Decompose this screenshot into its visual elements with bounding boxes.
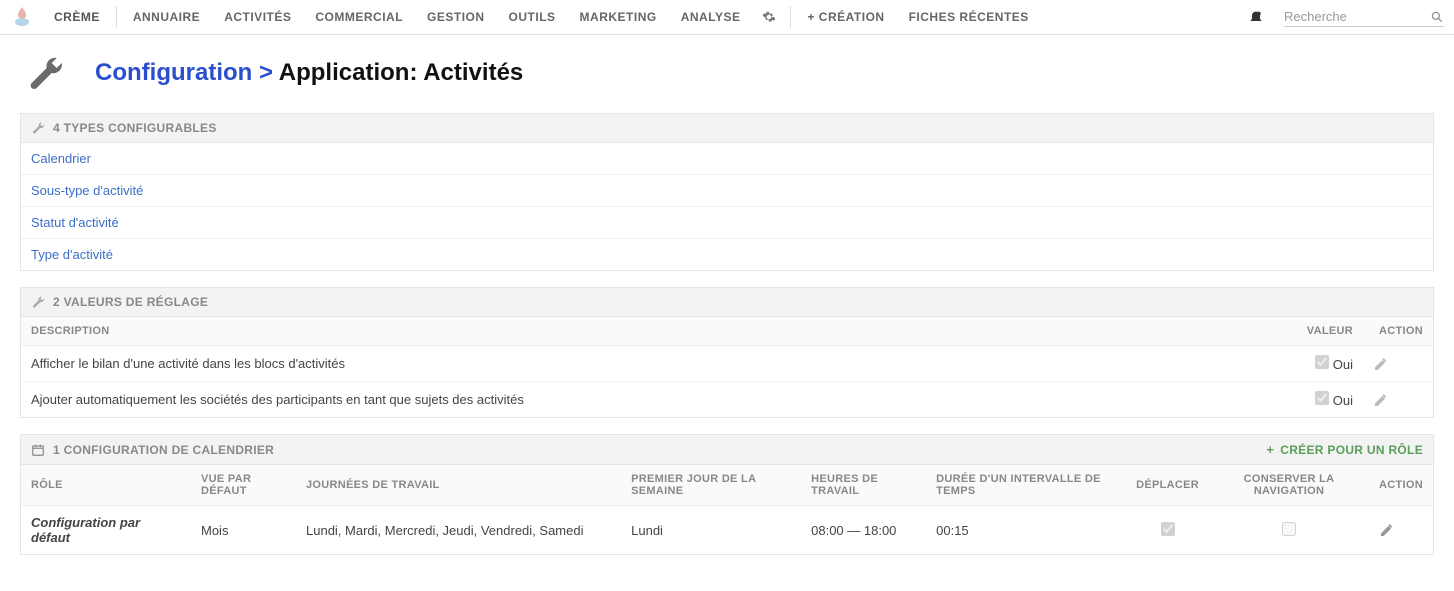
breadcrumb-current: Application: Activités <box>279 59 523 86</box>
nav-gestion[interactable]: GESTION <box>415 0 497 35</box>
breadcrumb-sep: > <box>259 59 273 86</box>
type-link[interactable]: Statut d'activité <box>31 215 119 230</box>
types-block: 4 TYPES CONFIGURABLES Calendrier Sous-ty… <box>20 113 1434 271</box>
search-icon[interactable] <box>1430 10 1444 24</box>
calendar-block-header: 1 CONFIGURATION DE CALENDRIER + CRÉER PO… <box>21 435 1433 465</box>
type-link-soustype: Sous-type d'activité <box>21 175 1433 207</box>
cal-action <box>1369 506 1433 555</box>
wrench-small-icon <box>31 121 45 135</box>
type-link[interactable]: Calendrier <box>31 151 91 166</box>
nav-activites[interactable]: ACTIVITÉS <box>212 0 303 35</box>
settings-block-header: 2 VALEURS DE RÉGLAGE <box>21 288 1433 317</box>
nav-recent[interactable]: FICHES RÉCENTES <box>897 0 1041 35</box>
settings-value: Oui <box>1243 346 1363 382</box>
col-hours: HEURES DE TRAVAIL <box>801 465 926 506</box>
col-role: RÔLE <box>21 465 191 506</box>
calendar-row: Configuration par défaut Mois Lundi, Mar… <box>21 506 1433 555</box>
content: 4 TYPES CONFIGURABLES Calendrier Sous-ty… <box>0 113 1454 591</box>
keepnav-checkbox <box>1282 522 1296 536</box>
settings-action <box>1363 346 1433 382</box>
plus-icon: + <box>1266 442 1274 457</box>
col-interval: DURÉE D'UN INTERVALLE DE TEMPS <box>926 465 1126 506</box>
col-description: DESCRIPTION <box>21 317 1243 346</box>
types-block-title: 4 TYPES CONFIGURABLES <box>53 121 217 135</box>
wrench-small-icon <box>31 295 45 309</box>
calendar-icon <box>31 443 45 457</box>
type-link-statut: Statut d'activité <box>21 207 1433 239</box>
cal-drag <box>1126 506 1209 555</box>
col-view: VUE PAR DÉFAUT <box>191 465 296 506</box>
nav-separator <box>790 6 791 28</box>
col-value: VALEUR <box>1243 317 1363 346</box>
value-checkbox <box>1315 391 1329 405</box>
gear-icon[interactable] <box>752 10 786 24</box>
nav-right <box>1248 7 1444 27</box>
cal-view: Mois <box>191 506 296 555</box>
type-link[interactable]: Type d'activité <box>31 247 113 262</box>
nav-marketing[interactable]: MARKETING <box>568 0 669 35</box>
col-drag: DÉPLACER <box>1126 465 1209 506</box>
value-text: Oui <box>1333 357 1353 372</box>
settings-value: Oui <box>1243 382 1363 418</box>
notification-icon[interactable] <box>1248 9 1264 25</box>
cal-first: Lundi <box>621 506 801 555</box>
edit-icon[interactable] <box>1373 356 1423 372</box>
settings-desc: Afficher le bilan d'une activité dans le… <box>21 346 1243 382</box>
type-link[interactable]: Sous-type d'activité <box>31 183 143 198</box>
type-link-type: Type d'activité <box>21 239 1433 270</box>
calendar-block-title: 1 CONFIGURATION DE CALENDRIER <box>53 443 274 457</box>
nav-commercial[interactable]: COMMERCIAL <box>303 0 415 35</box>
type-link-calendrier: Calendrier <box>21 143 1433 175</box>
col-days: JOURNÉES DE TRAVAIL <box>296 465 621 506</box>
calendar-block: 1 CONFIGURATION DE CALENDRIER + CRÉER PO… <box>20 434 1434 555</box>
settings-block-title: 2 VALEURS DE RÉGLAGE <box>53 295 208 309</box>
col-action: ACTION <box>1363 317 1433 346</box>
cal-role: Configuration par défaut <box>21 506 191 555</box>
value-text: Oui <box>1333 393 1353 408</box>
navbar: CRÈME ANNUAIRE ACTIVITÉS COMMERCIAL GEST… <box>0 0 1454 35</box>
nav-annuaire[interactable]: ANNUAIRE <box>121 0 212 35</box>
settings-action <box>1363 382 1433 418</box>
col-keepnav: CONSERVER LA NAVIGATION <box>1209 465 1369 506</box>
value-checkbox <box>1315 355 1329 369</box>
nav-items: CRÈME ANNUAIRE ACTIVITÉS COMMERCIAL GEST… <box>42 0 1041 35</box>
create-role-label: CRÉER POUR UN RÔLE <box>1280 443 1423 457</box>
cal-days: Lundi, Mardi, Mercredi, Jeudi, Vendredi,… <box>296 506 621 555</box>
create-role-button[interactable]: + CRÉER POUR UN RÔLE <box>1266 442 1423 457</box>
settings-table: DESCRIPTION VALEUR ACTION Afficher le bi… <box>21 317 1433 417</box>
cal-interval: 00:15 <box>926 506 1126 555</box>
breadcrumb-root[interactable]: Configuration <box>95 59 252 86</box>
nav-creation[interactable]: + CRÉATION <box>795 0 896 35</box>
settings-desc: Ajouter automatiquement les sociétés des… <box>21 382 1243 418</box>
page-title: Configuration > Application: Activités <box>95 59 523 87</box>
cal-keepnav <box>1209 506 1369 555</box>
nav-analyse[interactable]: ANALYSE <box>669 0 753 35</box>
cal-hours: 08:00 — 18:00 <box>801 506 926 555</box>
edit-icon[interactable] <box>1373 392 1423 408</box>
types-block-header: 4 TYPES CONFIGURABLES <box>21 114 1433 143</box>
app-logo <box>10 5 34 29</box>
settings-block: 2 VALEURS DE RÉGLAGE DESCRIPTION VALEUR … <box>20 287 1434 418</box>
drag-checkbox <box>1161 522 1175 536</box>
col-first: PREMIER JOUR DE LA SEMAINE <box>621 465 801 506</box>
nav-outils[interactable]: OUTILS <box>497 0 568 35</box>
page-header: Configuration > Application: Activités <box>0 35 1454 113</box>
settings-row: Afficher le bilan d'une activité dans le… <box>21 346 1433 382</box>
nav-separator <box>116 6 117 28</box>
col-action: ACTION <box>1369 465 1433 506</box>
search-input[interactable] <box>1284 9 1424 24</box>
wrench-icon <box>25 53 65 93</box>
settings-row: Ajouter automatiquement les sociétés des… <box>21 382 1433 418</box>
nav-brand[interactable]: CRÈME <box>42 0 112 35</box>
edit-icon[interactable] <box>1379 522 1423 538</box>
search-box <box>1284 7 1444 27</box>
